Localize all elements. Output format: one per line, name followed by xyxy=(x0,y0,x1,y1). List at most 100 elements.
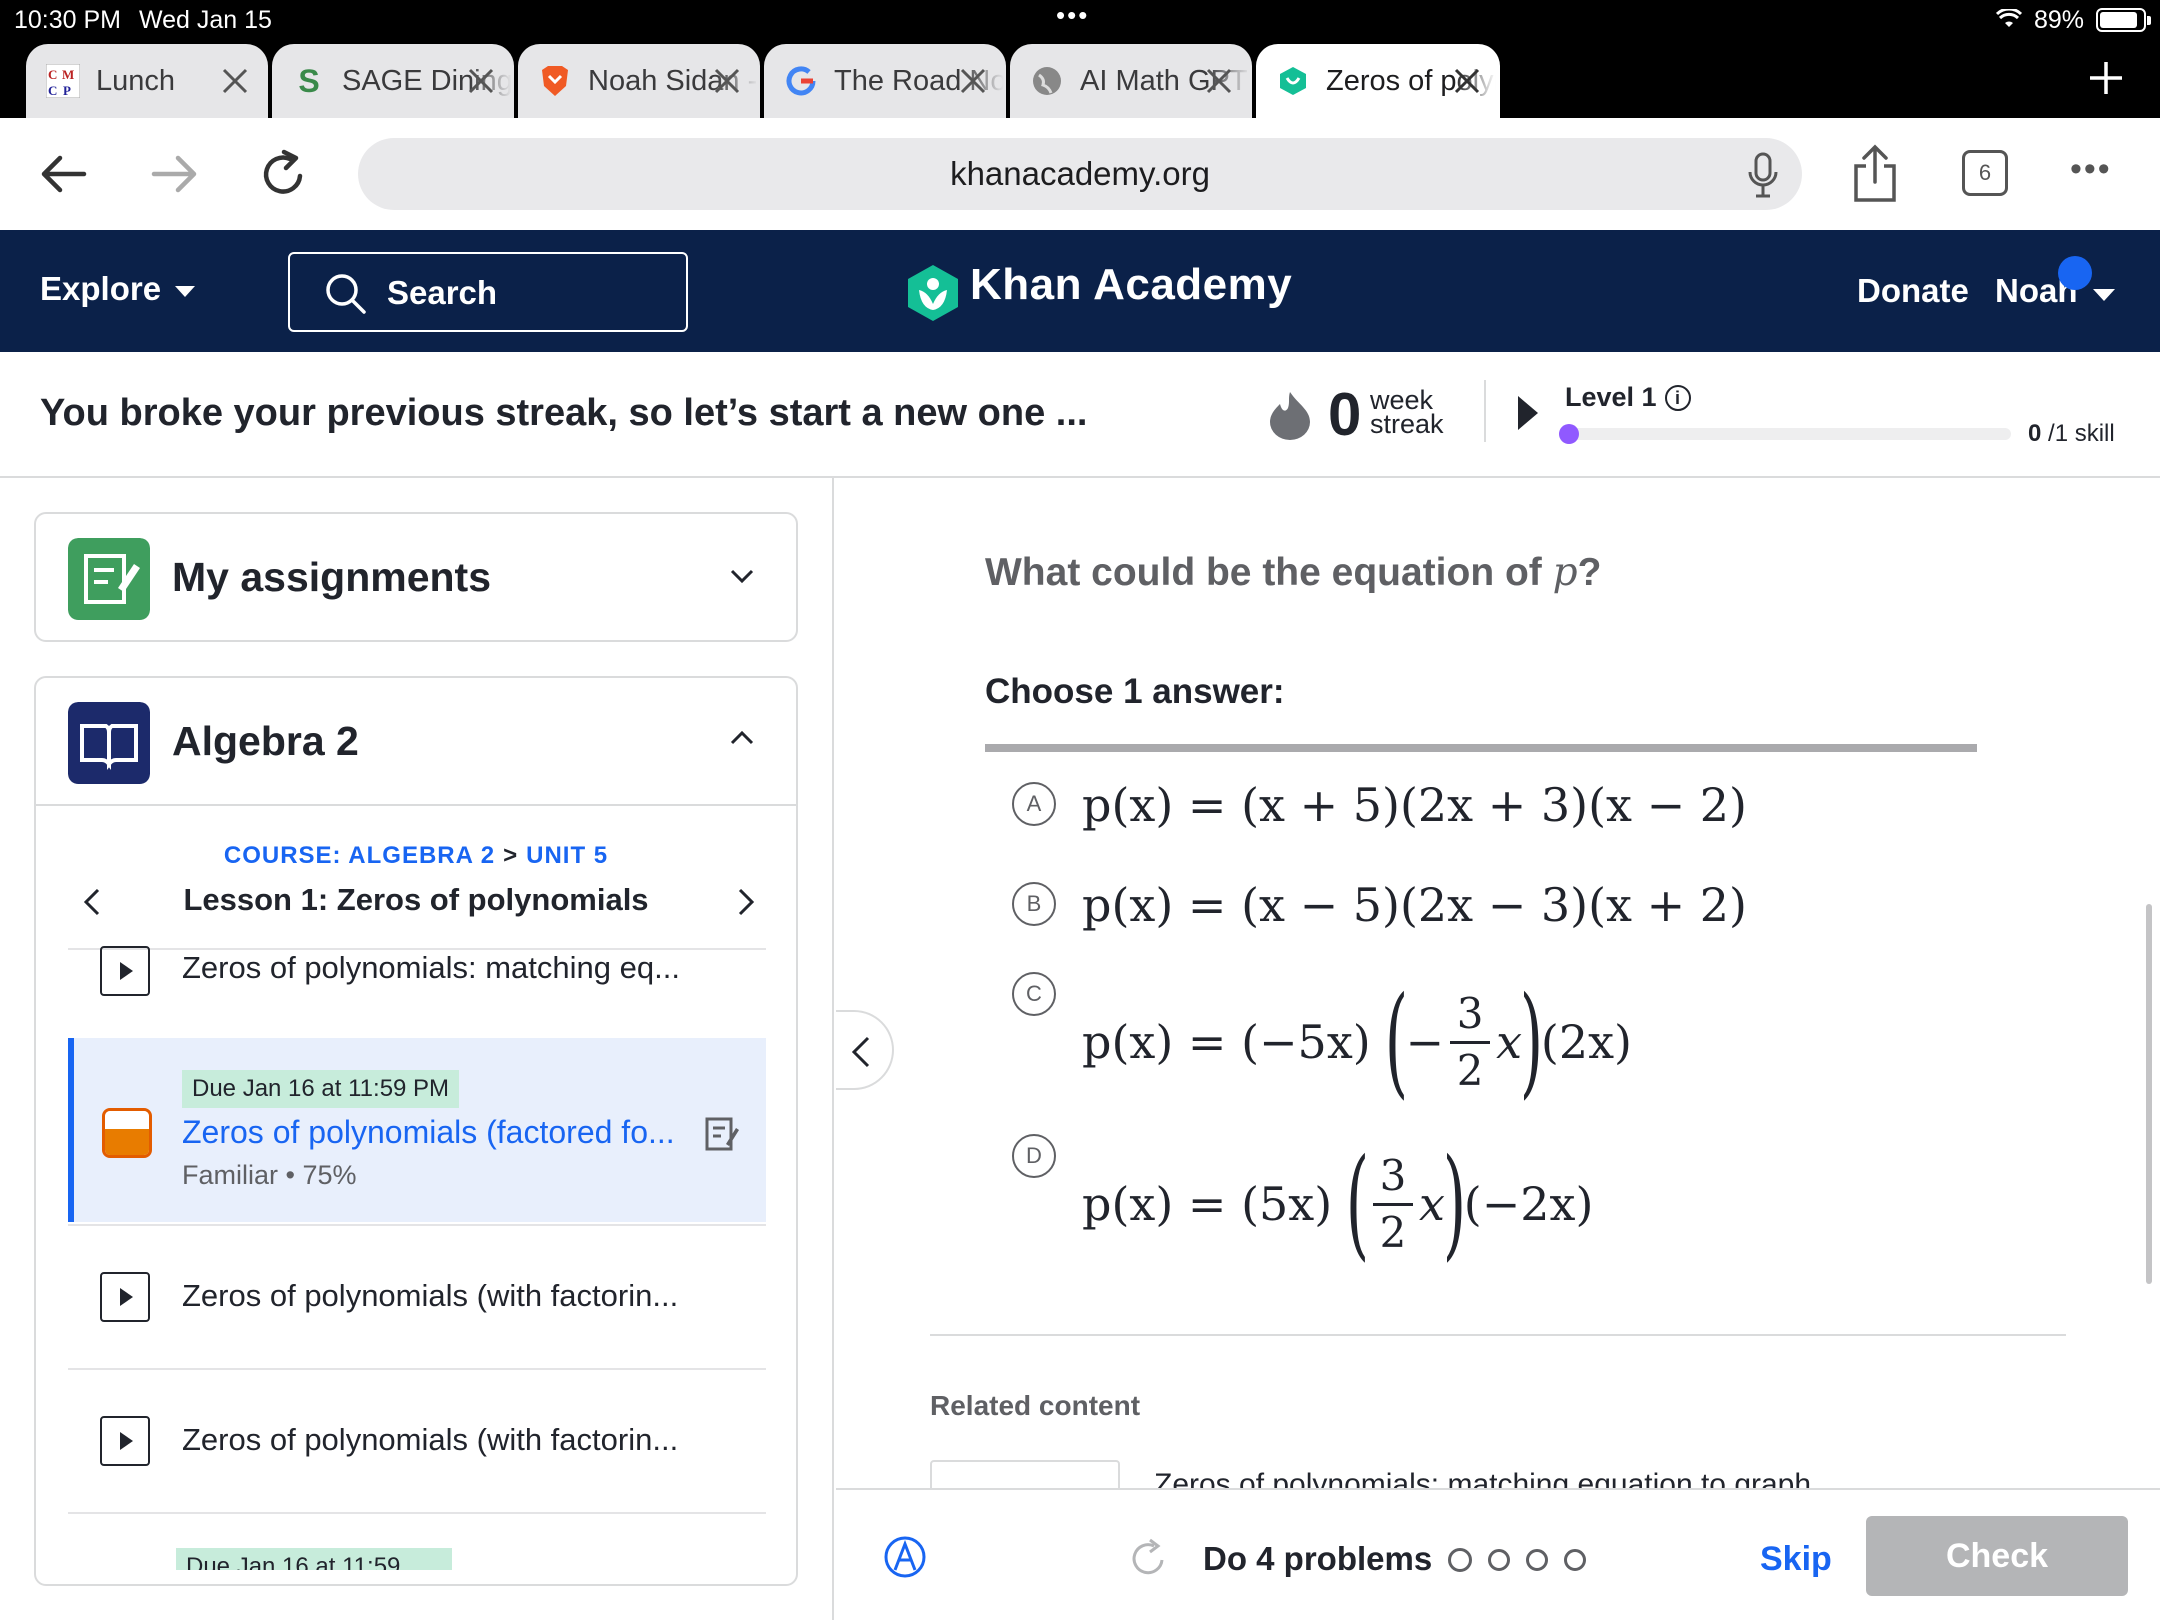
course-title: Algebra 2 xyxy=(172,718,359,764)
denominator: 2 xyxy=(1379,1207,1407,1257)
course-sidebar: My assignments Algebra 2 COURSE: ALGEBRA… xyxy=(0,478,834,1620)
back-arrow-icon[interactable] xyxy=(36,146,92,202)
multitasking-dots[interactable]: ••• xyxy=(1056,0,1089,31)
video-play-icon xyxy=(100,1272,150,1322)
chevron-down-icon[interactable] xyxy=(726,560,758,592)
exercise-footer: Do 4 problems Skip Check xyxy=(836,1488,2160,1620)
list-item[interactable]: Zeros of polynomials (with factorin... xyxy=(68,1224,766,1368)
answer-option-a[interactable]: A p(x) = (x + 5)(2x + 3)(x − 2) xyxy=(1012,772,1812,844)
left-paren: ( xyxy=(1345,1134,1370,1273)
skip-button[interactable]: Skip xyxy=(1760,1540,1832,1579)
search-icon xyxy=(326,274,366,314)
forward-arrow-icon[interactable] xyxy=(146,146,202,202)
breadcrumb-unit[interactable]: UNIT 5 xyxy=(526,842,608,869)
assignments-icon xyxy=(68,538,150,620)
choice-letter-d[interactable]: D xyxy=(1012,1134,1056,1178)
choice-letter-a[interactable]: A xyxy=(1012,782,1056,826)
question-var: p xyxy=(1552,550,1578,595)
breadcrumb-course[interactable]: COURSE: ALGEBRA 2 xyxy=(224,842,495,869)
tab-count-button[interactable]: 6 xyxy=(1962,150,2008,196)
chevron-up-icon[interactable] xyxy=(726,722,758,754)
related-content-heading: Related content xyxy=(930,1390,1141,1421)
chevron-right-icon[interactable] xyxy=(734,886,758,918)
reload-icon[interactable] xyxy=(256,146,312,202)
list-item-label: Zeros of polynomials: matching eq... xyxy=(182,950,680,985)
search-placeholder: Search xyxy=(387,274,498,311)
tab-ai-math[interactable]: AI Math GPT Solver xyxy=(1010,44,1252,118)
scrollbar[interactable] xyxy=(2146,904,2152,1284)
answer-option-b[interactable]: B p(x) = (x − 5)(2x − 3)(x + 2) xyxy=(1012,872,1812,944)
option-c-equation: p(x) = (−5x) ( − 32 x ) (2x) xyxy=(1082,972,1632,1112)
accessibility-icon[interactable] xyxy=(884,1536,926,1578)
ka-header: Explore Search Khan Academy Donate Noah xyxy=(0,230,2160,352)
option-d-rhs: (−2x) xyxy=(1463,1177,1594,1231)
my-assignments-card[interactable]: My assignments xyxy=(34,512,798,642)
more-options-icon[interactable]: ••• xyxy=(2070,150,2112,189)
breadcrumb: COURSE: ALGEBRA 2 > UNIT 5 xyxy=(36,842,796,870)
option-c-var: x xyxy=(1496,1015,1523,1069)
svg-text:M: M xyxy=(62,67,74,82)
svg-text:C: C xyxy=(48,83,57,98)
sage-icon: S xyxy=(298,62,320,99)
choice-letter-c[interactable]: C xyxy=(1012,972,1056,1016)
right-paren: ) xyxy=(1442,1134,1467,1273)
list-item-active[interactable]: Due Jan 16 at 11:59 PM Zeros of polynomi… xyxy=(68,1038,766,1222)
related-thumbnail[interactable] xyxy=(930,1460,1120,1490)
new-tab-plus-icon[interactable] xyxy=(2086,58,2126,98)
list-item-label: Zeros of polynomials (with factorin... xyxy=(182,1278,679,1313)
share-icon[interactable] xyxy=(1850,144,1900,204)
tab-road-not-taken[interactable]: The Road Not Taken xyxy=(764,44,1006,118)
url-field[interactable]: khanacademy.org xyxy=(358,138,1802,210)
answer-option-c[interactable]: C p(x) = (−5x) ( − 32 x ) (2x) xyxy=(1012,972,1812,1112)
list-item[interactable]: Zeros of polynomials: matching eq... xyxy=(68,946,766,1036)
exercise-link[interactable]: Zeros of polynomials (factored fo... xyxy=(182,1114,675,1151)
option-d-equation: p(x) = (5x) ( 32 x ) (−2x) xyxy=(1082,1134,1593,1274)
level-label: Level 1 i xyxy=(1565,382,1691,413)
answer-option-d[interactable]: D p(x) = (5x) ( 32 x ) (−2x) xyxy=(1012,1134,1812,1274)
fraction-bar xyxy=(1373,1202,1413,1206)
explore-menu-button[interactable]: Explore xyxy=(40,270,196,308)
khan-academy-logo-icon[interactable] xyxy=(906,264,960,322)
fraction: 32 xyxy=(1373,1154,1413,1257)
tab-lunch[interactable]: CMCP Lunch xyxy=(26,44,268,118)
donate-link[interactable]: Donate xyxy=(1857,272,1969,310)
breadcrumb-separator: > xyxy=(503,842,519,869)
progress-dot xyxy=(1448,1548,1472,1572)
list-item[interactable]: Zeros of polynomials (with factorin... xyxy=(68,1368,766,1512)
svg-text:C: C xyxy=(48,67,57,82)
tab-sage[interactable]: S SAGE Dining Services xyxy=(272,44,514,118)
close-icon[interactable] xyxy=(956,64,990,98)
list-item-label: Zeros of polynomials (with factorin... xyxy=(182,1422,679,1457)
cmcp-icon: CMCP xyxy=(46,64,80,98)
close-icon[interactable] xyxy=(1450,64,1484,98)
status-date: Wed Jan 15 xyxy=(139,6,272,34)
search-input[interactable]: Search xyxy=(288,252,688,332)
play-icon[interactable] xyxy=(1518,396,1538,430)
streak-bar: You broke your previous streak, so let’s… xyxy=(0,352,2160,478)
left-paren: ( xyxy=(1384,972,1408,1111)
battery-percent: 89% xyxy=(2034,6,2085,34)
close-icon[interactable] xyxy=(218,64,252,98)
close-icon[interactable] xyxy=(710,64,744,98)
course-header[interactable]: Algebra 2 xyxy=(36,678,796,806)
tab-zeros-of-polynomials[interactable]: Zeros of polynomials xyxy=(1256,44,1500,118)
choice-letter-b[interactable]: B xyxy=(1012,882,1056,926)
skill-count: 0 /1 skill xyxy=(2028,420,2115,448)
status-time: 10:30 PM xyxy=(14,6,122,34)
caret-down-icon[interactable] xyxy=(2093,289,2115,301)
close-icon[interactable] xyxy=(464,64,498,98)
retry-icon[interactable] xyxy=(1128,1538,1168,1578)
tab-noah-sidan[interactable]: Noah Sidan - Home xyxy=(518,44,760,118)
notification-dot xyxy=(2058,256,2092,290)
google-icon xyxy=(784,64,818,98)
info-icon[interactable]: i xyxy=(1664,385,1691,411)
microphone-icon[interactable] xyxy=(1746,152,1780,198)
question-text: What could be the equation of xyxy=(985,551,1553,594)
site-title[interactable]: Khan Academy xyxy=(970,260,1292,310)
battery-icon xyxy=(2096,8,2151,32)
option-c-lhs: p(x) = (−5x) xyxy=(1082,1015,1371,1069)
explore-label: Explore xyxy=(40,270,162,307)
check-button[interactable]: Check xyxy=(1866,1516,2128,1596)
related-content-link[interactable]: Zeros of polynomials: matching equation … xyxy=(1154,1468,1811,1490)
close-icon[interactable] xyxy=(1202,64,1236,98)
